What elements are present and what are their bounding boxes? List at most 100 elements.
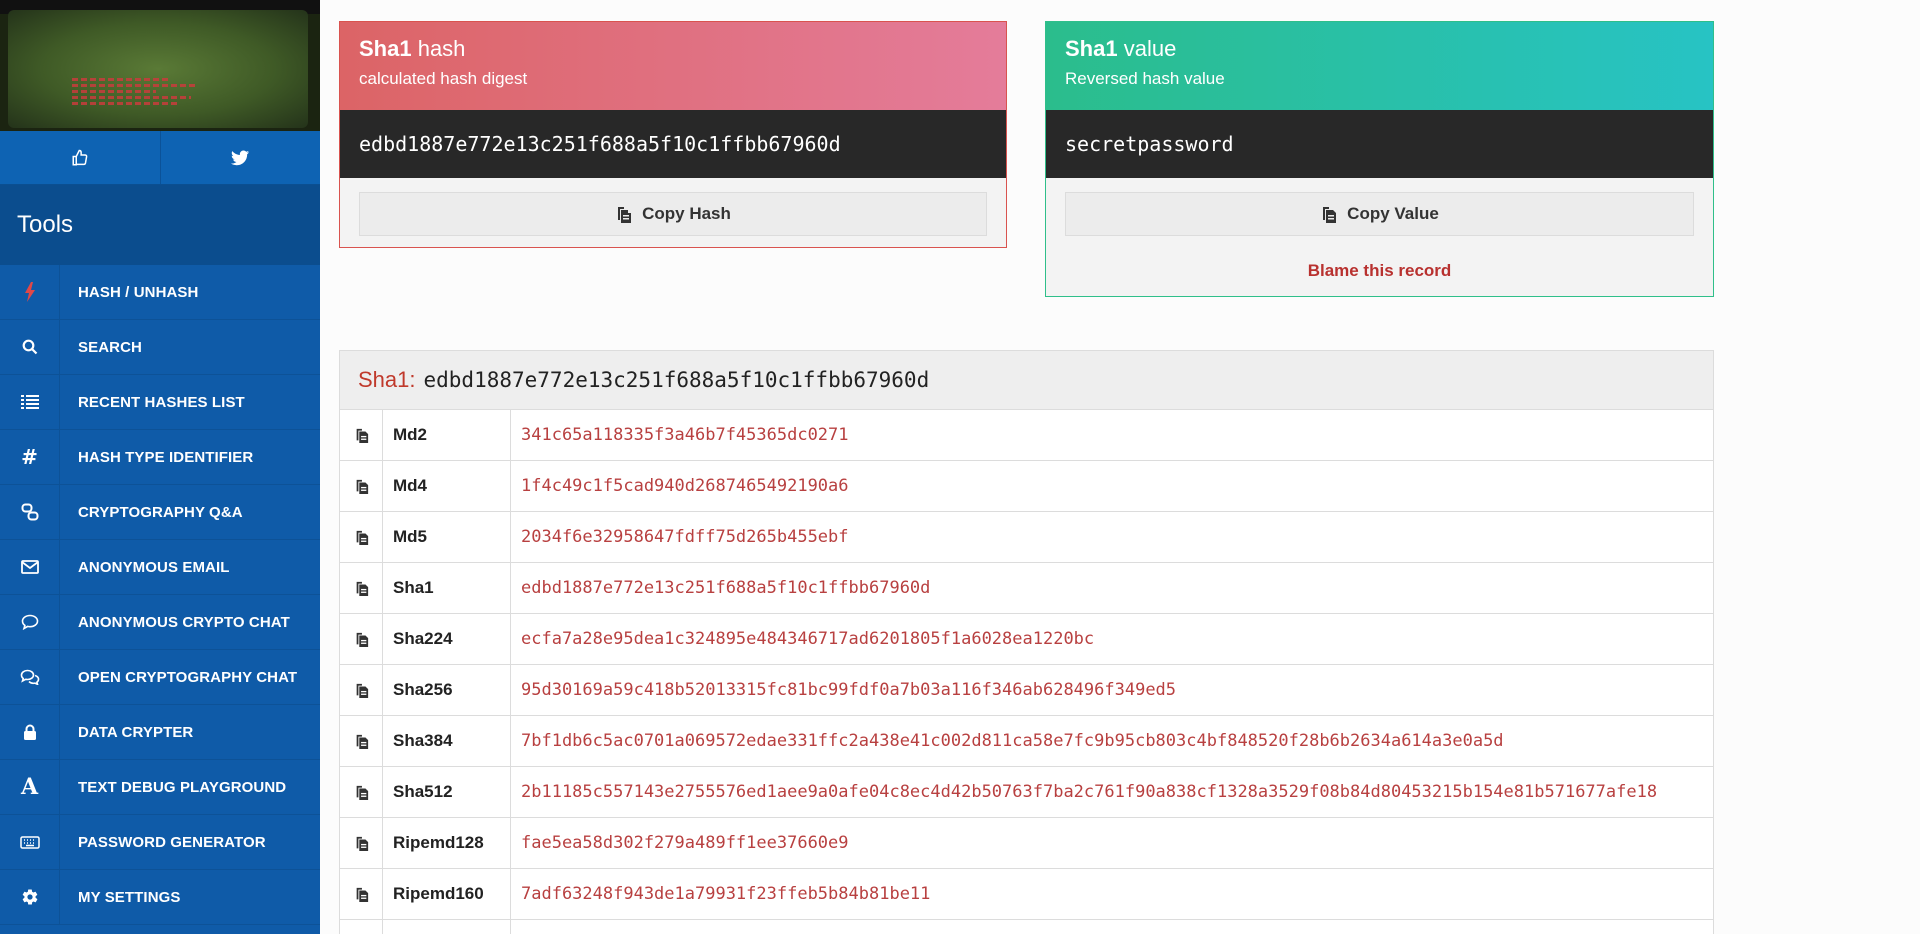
copy-hash-label: Copy Hash xyxy=(642,204,731,223)
algorithm-name: Sha224 xyxy=(383,614,511,664)
hash-card-subtitle: calculated hash digest xyxy=(359,69,528,88)
copy-icon xyxy=(356,530,368,545)
sidebar-item-label: HASH TYPE IDENTIFIER xyxy=(78,448,254,466)
copy-row-button[interactable] xyxy=(340,920,383,934)
value-card-title-rest: value xyxy=(1117,36,1177,61)
blame-record-link[interactable]: Blame this record xyxy=(1046,261,1713,281)
copy-row-button[interactable] xyxy=(340,563,383,613)
hash-output: ecfa7a28e95dea1c324895e484346717ad620180… xyxy=(521,629,1095,649)
tools-title: Tools xyxy=(0,185,320,265)
table-row: Sha1 edbd1887e772e13c251f688a5f10c1ffbb67… xyxy=(340,563,1713,614)
sidebar-item-open-cryptography-chat[interactable]: OPEN CRYPTOGRAPHY CHAT xyxy=(0,649,320,705)
copy-row-button[interactable] xyxy=(340,818,383,868)
sidebar-item-hash-type-identifier[interactable]: # HASH TYPE IDENTIFIER xyxy=(0,429,320,485)
algorithm-name: Md2 xyxy=(383,410,511,460)
algorithm-name: Ripemd160 xyxy=(383,869,511,919)
sidebar-item-label: CRYPTOGRAPHY Q&A xyxy=(78,503,243,521)
twitter-icon xyxy=(231,150,250,165)
table-row xyxy=(340,920,1713,934)
sidebar-item-anonymous-crypto-chat[interactable]: ANONYMOUS CRYPTO CHAT xyxy=(0,594,320,650)
algorithm-name: Sha512 xyxy=(383,767,511,817)
like-button[interactable] xyxy=(0,131,161,184)
keyboard-icon xyxy=(19,835,40,849)
copy-icon xyxy=(356,836,368,851)
gear-icon xyxy=(22,889,37,905)
sidebar-item-label: ANONYMOUS EMAIL xyxy=(78,558,230,576)
value-card-header: Sha1 value Reversed hash value xyxy=(1046,22,1713,110)
sidebar: Tools HASH / UNHASH SEARCH RECENT HASHES… xyxy=(0,0,320,934)
thumbs-up-icon xyxy=(72,149,88,165)
sidebar-item-anonymous-email[interactable]: ANONYMOUS EMAIL xyxy=(0,539,320,595)
table-body: Md2 341c65a118335f3a46b7f45365dc0271 Md4 1f… xyxy=(340,410,1713,934)
sidebar-item-search[interactable]: SEARCH xyxy=(0,319,320,375)
copy-icon xyxy=(356,428,368,443)
copy-icon xyxy=(356,479,368,494)
sidebar-item-label: PASSWORD GENERATOR xyxy=(78,833,266,851)
hash-value: edbd1887e772e13c251f688a5f10c1ffbb67960d xyxy=(340,110,1006,178)
sidebar-item-label: HASH / UNHASH xyxy=(78,283,199,301)
sidebar-item-label: SEARCH xyxy=(78,338,142,356)
copy-value-label: Copy Value xyxy=(1347,204,1439,223)
bolt-icon xyxy=(24,282,35,302)
hash-card-title-rest: hash xyxy=(411,36,466,61)
sidebar-item-label: MY SETTINGS xyxy=(78,888,181,906)
table-row: Ripemd160 7adf63248f943de1a79931f23ffeb5b… xyxy=(340,869,1713,920)
sidebar-item-my-settings[interactable]: MY SETTINGS xyxy=(0,869,320,925)
copy-icon xyxy=(356,683,368,698)
copy-row-button[interactable] xyxy=(340,410,383,460)
table-header-algorithm: Sha1: xyxy=(358,367,416,392)
copy-icon xyxy=(356,887,368,902)
table-row: Md4 1f4c49c1f5cad940d2687465492190a6 xyxy=(340,461,1713,512)
copy-icon xyxy=(356,581,368,596)
sidebar-item-cryptography-qa[interactable]: CRYPTOGRAPHY Q&A xyxy=(0,484,320,540)
copy-row-button[interactable] xyxy=(340,512,383,562)
algorithm-name: Sha1 xyxy=(383,563,511,613)
hash-output: 95d30169a59c418b52013315fc81bc99fdf0a7b0… xyxy=(521,680,1177,700)
copy-row-button[interactable] xyxy=(340,767,383,817)
copy-row-button[interactable] xyxy=(340,869,383,919)
hash-card-header: Sha1 hash calculated hash digest xyxy=(340,22,1006,110)
lock-icon xyxy=(23,724,36,740)
sidebar-item-label: DATA CRYPTER xyxy=(78,723,194,741)
copy-value-button[interactable]: Copy Value xyxy=(1065,192,1694,236)
table-row: Sha384 7bf1db6c5ac0701a069572edae331ffc2a… xyxy=(340,716,1713,767)
copy-row-button[interactable] xyxy=(340,461,383,511)
copy-icon xyxy=(356,632,368,647)
table-header: Sha1: edbd1887e772e13c251f688a5f10c1ffbb… xyxy=(340,351,1713,410)
table-row: Sha512 2b11185c557143e2755576ed1aee9a0afe… xyxy=(340,767,1713,818)
hash-output: 341c65a118335f3a46b7f45365dc0271 xyxy=(521,425,849,445)
sidebar-item-text-debug-playground[interactable]: A TEXT DEBUG PLAYGROUND xyxy=(0,759,320,815)
copy-hash-button[interactable]: Copy Hash xyxy=(359,192,987,236)
hash-output: edbd1887e772e13c251f688a5f10c1ffbb67960d xyxy=(521,578,931,598)
table-row: Ripemd128 fae5ea58d302f279a489ff1ee37660e… xyxy=(340,818,1713,869)
reversed-value: secretpassword xyxy=(1046,110,1713,178)
social-bar xyxy=(0,131,320,185)
sidebar-item-password-generator[interactable]: PASSWORD GENERATOR xyxy=(0,814,320,870)
list-icon xyxy=(20,395,39,409)
value-card-title-bold: Sha1 xyxy=(1065,36,1118,61)
table-row: Sha224 ecfa7a28e95dea1c324895e484346717ad… xyxy=(340,614,1713,665)
twitter-button[interactable] xyxy=(161,131,321,184)
sidebar-item-label: TEXT DEBUG PLAYGROUND xyxy=(78,778,287,796)
table-row: Md5 2034f6e32958647fdff75d265b455ebf xyxy=(340,512,1713,563)
algorithm-name: Sha384 xyxy=(383,716,511,766)
value-card: Sha1 value Reversed hash value secretpas… xyxy=(1045,21,1714,297)
copy-icon xyxy=(1323,206,1337,223)
sidebar-item-label: OPEN CRYPTOGRAPHY CHAT xyxy=(78,668,298,686)
hash-output: 2b11185c557143e2755576ed1aee9a0afe04c8ec… xyxy=(521,782,1658,802)
font-icon: A xyxy=(20,774,39,800)
sidebar-item-data-crypter[interactable]: DATA CRYPTER xyxy=(0,704,320,760)
search-icon xyxy=(22,339,37,355)
copy-row-button[interactable] xyxy=(340,665,383,715)
hash-output xyxy=(511,920,1713,934)
hash-output: fae5ea58d302f279a489ff1ee37660e9 xyxy=(521,833,849,853)
sidebar-item-recent-hashes[interactable]: RECENT HASHES LIST xyxy=(0,374,320,430)
sidebar-item-hash-unhash[interactable]: HASH / UNHASH xyxy=(0,264,320,320)
hash-output: 1f4c49c1f5cad940d2687465492190a6 xyxy=(521,476,849,496)
hash-output: 7bf1db6c5ac0701a069572edae331ffc2a438e41… xyxy=(521,731,1504,751)
copy-row-button[interactable] xyxy=(340,716,383,766)
sidebar-item-label: RECENT HASHES LIST xyxy=(78,393,245,411)
algorithm-name: Md5 xyxy=(383,512,511,562)
copy-row-button[interactable] xyxy=(340,614,383,664)
envelope-icon xyxy=(20,560,39,574)
